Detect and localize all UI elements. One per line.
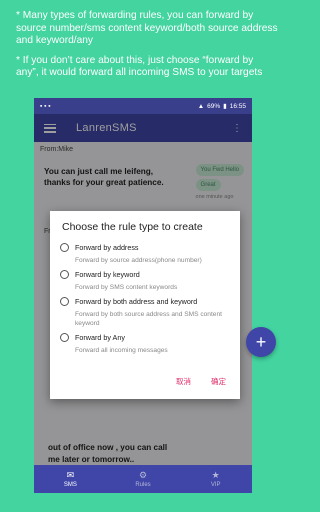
nav-vip-label: VIP (210, 482, 221, 488)
clock: 16:55 (229, 102, 246, 110)
signal-icon: ▲ (197, 102, 205, 110)
option-forward-by-address[interactable]: Forward by address (60, 243, 230, 252)
notification-icons: ▪ ▪ ▪ (40, 102, 51, 110)
option-description: Forward by both source address and SMS c… (75, 311, 222, 327)
nav-vip[interactable]: ★ VIP (179, 465, 252, 493)
rule-type-dialog: Choose the rule type to create Forward b… (50, 211, 240, 399)
add-rule-button[interactable]: + (246, 327, 276, 357)
option-description: Forward by source address(phone number) (75, 257, 202, 264)
dialog-title: Choose the rule type to create (62, 221, 203, 233)
radio-button[interactable] (60, 243, 69, 252)
option-label: Forward by Any (75, 333, 125, 342)
option-label: Forward by both address and keyword (75, 297, 198, 306)
status-bar: ▪ ▪ ▪ ▲ 69% ▮ 16:55 (34, 98, 252, 114)
dialog-actions: 取消 确定 (176, 376, 226, 387)
radio-button[interactable] (60, 270, 69, 279)
option-forward-by-both[interactable]: Forward by both address and keyword (60, 297, 230, 306)
option-forward-by-any[interactable]: Forward by Any (60, 333, 230, 342)
cancel-button[interactable]: 取消 (176, 376, 191, 387)
promo-line-2: * If you don’t care about this, just cho… (16, 54, 263, 79)
option-description: Forward all incoming messages (75, 347, 168, 354)
radio-button[interactable] (60, 333, 69, 342)
ok-button[interactable]: 确定 (211, 376, 226, 387)
radio-button[interactable] (60, 297, 69, 306)
nav-rules[interactable]: ⚙ Rules (107, 465, 180, 493)
gear-icon: ⚙ (138, 470, 148, 480)
option-description: Forward by SMS content keywords (75, 284, 178, 291)
message-icon: ✉ (66, 470, 75, 480)
option-forward-by-keyword[interactable]: Forward by keyword (60, 270, 230, 279)
bottom-navigation: ✉ SMS ⚙ Rules ★ VIP (34, 465, 252, 493)
option-label: Forward by address (75, 243, 139, 252)
promo-text: * Many types of forwarding rules, you ca… (16, 10, 278, 87)
promo-line-1: * Many types of forwarding rules, you ca… (16, 10, 278, 46)
star-icon: ★ (211, 470, 220, 480)
battery-percent: 69% (207, 102, 221, 110)
nav-sms[interactable]: ✉ SMS (34, 465, 107, 493)
nav-rules-label: Rules (135, 482, 151, 488)
option-label: Forward by keyword (75, 270, 140, 279)
battery-icon: ▮ (223, 103, 227, 110)
nav-sms-label: SMS (63, 482, 77, 488)
